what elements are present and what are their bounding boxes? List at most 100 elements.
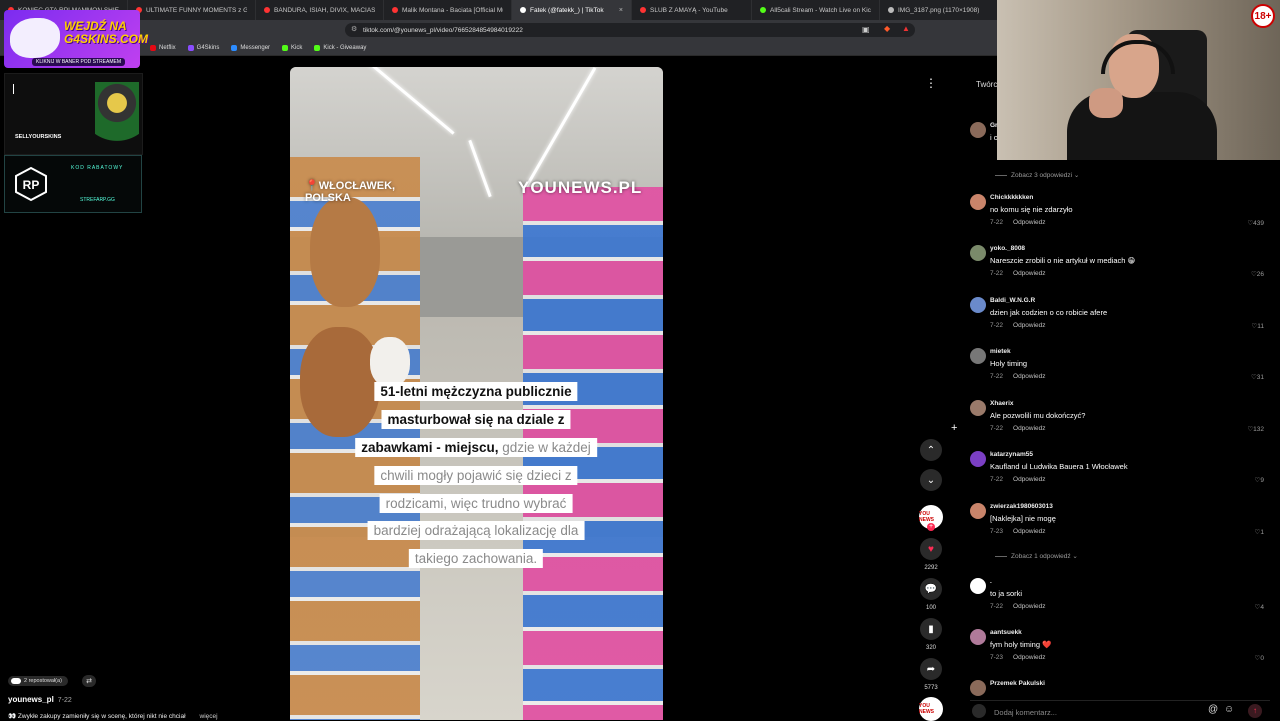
video-author[interactable]: younews_pl 7-22 — [8, 695, 72, 704]
comment-meta: 7-22 Odpowiedz — [990, 425, 1046, 432]
comment-like-button[interactable]: ♡132 — [1247, 425, 1264, 433]
avatar[interactable] — [970, 578, 986, 594]
comment-input[interactable] — [992, 705, 1196, 719]
comment-like-button[interactable]: ♡9 — [1255, 476, 1264, 484]
next-video-button[interactable]: ⌄ — [920, 469, 942, 491]
promo-site: G4SKINS.COM — [64, 32, 149, 46]
tab-title: All5cali Stream - Watch Live on Kick — [770, 6, 871, 14]
follow-plus-icon[interactable]: + — [927, 523, 935, 531]
url-field[interactable]: ⚙ tiktok.com/@younews_pl/video/766528485… — [345, 23, 915, 37]
share-button[interactable]: ➦ — [920, 658, 942, 680]
reply-link[interactable]: Odpowiedz — [1013, 219, 1046, 226]
browser-tab[interactable]: ŚLUB Z AMAYĄ - YouTube — [632, 0, 752, 20]
reply-link[interactable]: Odpowiedz — [1013, 603, 1046, 610]
comment-username[interactable]: Chickkkkkken — [990, 194, 1033, 201]
browser-tab[interactable]: All5cali Stream - Watch Live on Kick — [752, 0, 880, 20]
comment-date: 7-22 — [990, 322, 1004, 329]
comment-like-button[interactable]: ♡4 — [1255, 603, 1264, 611]
mention-icon[interactable]: @ — [1208, 704, 1218, 715]
view-replies-link[interactable]: Zobacz 1 odpowiedź ⌄ — [995, 552, 1078, 560]
comment-username[interactable]: yoko._8008 — [990, 245, 1025, 252]
comment-like-button[interactable]: ♡439 — [1247, 219, 1264, 227]
browser-tab[interactable]: Fatek (@fatekk_) | TikTok × — [512, 0, 632, 20]
browser-tab[interactable]: IMG_3187.png (1170×1908) — [880, 0, 1000, 20]
send-button[interactable]: ↑ — [1248, 704, 1262, 718]
browser-tab[interactable]: Malik Montana - Baciata [Official Mu — [384, 0, 512, 20]
repost-icon[interactable]: ⇄ — [82, 675, 96, 687]
comment-meta: 7-22 Odpowiedz — [990, 219, 1046, 226]
avatar[interactable] — [970, 297, 986, 313]
previous-video-button[interactable]: ⌃ — [920, 439, 942, 461]
brave-rewards-icon[interactable]: ▲ — [902, 24, 910, 33]
share-count: 5773 — [924, 685, 938, 691]
panel-tab-creator[interactable]: Twórc — [976, 80, 997, 89]
comment-like-button[interactable]: ♡31 — [1251, 373, 1264, 381]
site-info-icon[interactable]: ⚙ — [351, 25, 357, 33]
creator-avatar-small[interactable]: YOU NEWS — [919, 697, 943, 721]
avatar[interactable] — [970, 400, 986, 416]
comment-like-button[interactable]: ♡0 — [1255, 654, 1264, 662]
save-button[interactable]: ▮ — [920, 618, 942, 640]
comment-username[interactable]: katarzynam55 — [990, 451, 1033, 458]
bookmark-item[interactable]: Netflix — [150, 44, 176, 51]
age-rating-badge: 18+ — [1251, 4, 1275, 28]
view-replies-link[interactable]: Zobacz 3 odpowiedzi ⌄ — [995, 171, 1079, 179]
caption-bold-text: masturbował się na dziale z — [387, 412, 565, 427]
avatar[interactable] — [970, 348, 986, 364]
comment-meta: 7-22 Odpowiedz — [990, 322, 1046, 329]
comment-username[interactable]: zwierzak1980603013 — [990, 503, 1053, 510]
avatar[interactable] — [970, 680, 986, 696]
comment-like-button[interactable]: ♡26 — [1251, 270, 1264, 278]
bookmark-item[interactable]: Messenger — [231, 44, 271, 51]
comment-like-count: 439 — [1253, 220, 1264, 227]
comment-username[interactable]: aantsuekk — [990, 629, 1022, 636]
like-button[interactable]: ♥ — [920, 538, 942, 560]
reply-link[interactable]: Odpowiedz — [1013, 528, 1046, 535]
comment-like-button[interactable]: ♡1 — [1255, 528, 1264, 536]
reply-link[interactable]: Odpowiedz — [1013, 270, 1046, 277]
strefarp-logo-icon: RP — [15, 166, 47, 202]
extension-icon[interactable]: ▣ — [862, 25, 870, 34]
avatar[interactable] — [970, 629, 986, 645]
avatar[interactable] — [970, 451, 986, 467]
comment-username[interactable]: Gr — [990, 122, 998, 129]
more-link[interactable]: więcej — [200, 713, 218, 720]
user-avatar — [972, 704, 986, 718]
browser-tab[interactable]: BANDURA, ISIAH, DIVIX, MACIAS, AL — [256, 0, 384, 20]
bookmark-item[interactable]: G4Skins — [187, 44, 219, 51]
caption-gray-text: rodzicami, więc trudno wybrać — [385, 496, 567, 511]
reply-link[interactable]: Odpowiedz — [1013, 322, 1046, 329]
comment-like-button[interactable]: ♡11 — [1251, 322, 1264, 330]
comment-username[interactable]: Baldi_W.N.G.R — [990, 297, 1035, 304]
comment-date: 7-22 — [990, 603, 1004, 610]
emoji-icon[interactable]: ☺ — [1224, 704, 1234, 715]
avatar[interactable] — [970, 245, 986, 261]
browser-tab[interactable]: ULTIMATE FUNNY MOMENTS z GTA — [128, 0, 256, 20]
comment-username[interactable]: Przemek Pakulski — [990, 680, 1045, 687]
comment-date: 7-22 — [990, 219, 1004, 226]
reply-link[interactable]: Odpowiedz — [1013, 425, 1046, 432]
caption-line: masturbował się na dziale z — [381, 410, 571, 429]
reply-link[interactable]: Odpowiedz — [1013, 654, 1046, 661]
tab-title: IMG_3187.png (1170×1908) — [898, 6, 980, 14]
tab-favicon-icon — [760, 7, 766, 13]
more-options-button[interactable]: ⋮ — [920, 72, 942, 94]
reply-link[interactable]: Odpowiedz — [1013, 476, 1046, 483]
avatar[interactable] — [970, 503, 986, 519]
comment-like-count: 1 — [1260, 529, 1264, 536]
tab-close-icon[interactable]: × — [619, 7, 623, 14]
promo-code-label: KOD RABATOWY — [71, 165, 124, 171]
reply-link[interactable]: Odpowiedz — [1013, 373, 1046, 380]
comment-username[interactable]: Xhaerix — [990, 400, 1014, 407]
bookmark-item[interactable]: Kick — [282, 44, 302, 51]
bookmark-item[interactable]: Kick - Giveaway — [314, 44, 366, 51]
brave-shield-icon[interactable]: ◆ — [884, 24, 890, 33]
avatar[interactable] — [970, 194, 986, 210]
comment-button[interactable]: 💬 — [920, 578, 942, 600]
comment-meta: 7-22 Odpowiedz — [990, 476, 1046, 483]
avatar[interactable] — [970, 122, 986, 138]
comment-username[interactable]: mietek — [990, 348, 1011, 355]
repost-badge[interactable]: 2 repostował(a) — [8, 676, 68, 686]
bookmark-label: Messenger — [240, 44, 271, 51]
comment-username[interactable]: . — [990, 578, 992, 585]
